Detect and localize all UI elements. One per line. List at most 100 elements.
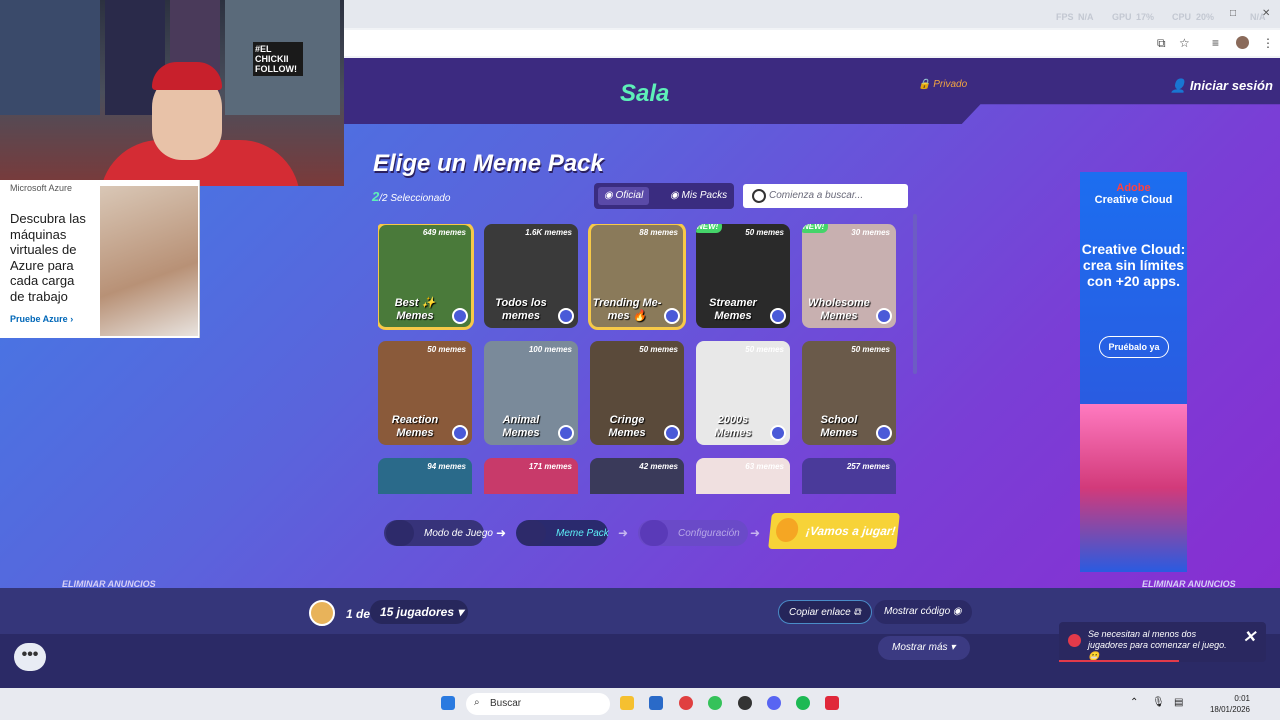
meme-pack-card[interactable]: 50 memes Reaction Memes xyxy=(378,341,472,445)
maximize-icon[interactable]: □ xyxy=(1230,8,1236,19)
arrow-icon: ➜ xyxy=(618,526,629,540)
microphone-icon[interactable]: 🎙 xyxy=(1152,697,1165,708)
pack-name: Trending Me-mes 🔥 xyxy=(592,297,662,322)
step-meme-pack[interactable]: Meme Pack xyxy=(516,520,609,546)
meme-pack-card[interactable]: 88 memes Trending Me-mes 🔥 xyxy=(588,224,686,330)
meme-pack-card[interactable]: 63 memes xyxy=(696,458,790,494)
pack-name: Cringe Memes xyxy=(608,414,646,439)
network-icon[interactable]: ▤ xyxy=(1174,697,1183,708)
app-icon[interactable] xyxy=(825,696,839,710)
show-more-button[interactable]: Mostrar más ▾ xyxy=(878,636,970,660)
azure-brand: Microsoft Azure xyxy=(10,183,73,193)
adobe-brand: Adobe Creative Cloud xyxy=(1080,182,1187,206)
login-button[interactable]: 👤 Iniciar sesión xyxy=(1170,78,1273,94)
taskbar-clock[interactable]: 0:01 18/01/2026 xyxy=(1210,693,1250,715)
meme-pack-card[interactable]: 50 memes Cringe Memes xyxy=(590,341,684,445)
step-game-mode[interactable]: Modo de Juego xyxy=(384,520,493,546)
step-config[interactable]: Configuración xyxy=(638,520,748,546)
pack-toggle-icon[interactable] xyxy=(452,425,468,441)
meme-pack-card[interactable]: 42 memes xyxy=(590,458,684,494)
meme-pack-card[interactable]: 50 memes 2000s Memes xyxy=(696,341,790,445)
azure-ad[interactable]: Microsoft Azure Descubra las máquinas vi… xyxy=(0,180,200,338)
pack-toggle-icon[interactable] xyxy=(876,308,892,324)
adobe-cta-button[interactable]: Pruébalo ya xyxy=(1099,336,1169,358)
taskbar-search[interactable]: ⌕ Buscar xyxy=(466,693,610,715)
install-app-icon[interactable]: ⧉ xyxy=(1157,36,1166,51)
pack-count: 257 memes xyxy=(846,462,890,471)
meme-pack-card[interactable]: 94 memes xyxy=(378,458,472,494)
page-title: Elige un Meme Pack xyxy=(373,150,604,177)
show-code-button[interactable]: Mostrar código ◉ xyxy=(874,600,972,624)
play-button[interactable]: ¡Vamos a jugar! xyxy=(768,513,900,549)
search-icon: ⌕ xyxy=(474,697,480,708)
pack-toggle-icon[interactable] xyxy=(770,308,786,324)
pack-count: 171 memes xyxy=(528,462,572,471)
windows-start-icon[interactable] xyxy=(441,696,455,710)
browser-address-bar[interactable] xyxy=(344,30,1280,56)
pack-toggle-icon[interactable] xyxy=(452,308,468,324)
meme-pack-card[interactable]: 50 memes Streamer Memes NEW! xyxy=(696,224,790,328)
adobe-ad[interactable]: Adobe Creative Cloud Creative Cloud: crea… xyxy=(1080,172,1187,572)
meme-pack-card[interactable]: 649 memes Best ✨ Memes xyxy=(378,224,474,330)
taskbar-search-label: Buscar xyxy=(490,698,522,709)
meme-pack-card[interactable]: 171 memes xyxy=(484,458,578,494)
pack-tabs: ◉ Oficial ◉ Mis Packs xyxy=(594,183,734,209)
close-window-icon[interactable]: ✕ xyxy=(1262,8,1270,19)
store-icon[interactable] xyxy=(649,696,663,710)
browser-menu-icon[interactable]: ⋮ xyxy=(1262,36,1274,50)
grid-scrollbar[interactable] xyxy=(913,214,917,374)
reading-list-icon[interactable]: ≡ xyxy=(1212,36,1219,50)
room-footer: 1 de 15 jugadores ▾ Copiar enlace ⧉ Most… xyxy=(0,588,1280,688)
pack-count: 50 memes xyxy=(745,345,784,354)
whatsapp-icon[interactable] xyxy=(708,696,722,710)
gear-icon xyxy=(640,520,668,546)
pack-count: 649 memes xyxy=(422,228,466,237)
meme-pack-card[interactable]: 1.6K memes Todos los memes xyxy=(484,224,578,328)
tab-mis-packs-label: Mis Packs xyxy=(681,190,728,201)
bookmark-star-icon[interactable]: ☆ xyxy=(1179,36,1190,50)
tab-oficial[interactable]: ◉ Oficial xyxy=(598,187,650,205)
arrow-icon: ➜ xyxy=(496,526,507,540)
pack-toggle-icon[interactable] xyxy=(558,425,574,441)
pack-toggle-icon[interactable] xyxy=(664,425,680,441)
cpu-value: 20% xyxy=(1196,12,1215,22)
pack-count: 42 memes xyxy=(639,462,678,471)
app-icon[interactable] xyxy=(738,696,752,710)
chrome-icon[interactable] xyxy=(679,696,693,710)
tab-mis-packs[interactable]: ◉ Mis Packs xyxy=(664,187,733,205)
pack-count: 1.6K memes xyxy=(525,228,572,237)
chevron-down-icon: ▾ xyxy=(457,605,464,619)
pack-toggle-icon[interactable] xyxy=(558,308,574,324)
room-title: Sala xyxy=(620,80,670,107)
adobe-brand-name: Adobe xyxy=(1116,182,1151,194)
spotify-icon[interactable] xyxy=(796,696,810,710)
azure-photo xyxy=(100,186,198,336)
chevron-up-icon[interactable]: ⌃ xyxy=(1130,697,1138,708)
file-explorer-icon[interactable] xyxy=(620,696,634,710)
search-placeholder: Comienza a buscar... xyxy=(769,190,864,201)
copy-link-button[interactable]: Copiar enlace ⧉ xyxy=(778,600,872,624)
search-icon xyxy=(752,189,766,203)
players-select[interactable]: 15 jugadores ▾ xyxy=(370,600,468,624)
pack-toggle-icon[interactable] xyxy=(876,425,892,441)
profile-avatar-icon[interactable] xyxy=(1236,36,1249,49)
pack-toggle-icon[interactable] xyxy=(664,308,680,324)
meme-pack-card[interactable]: 257 memes xyxy=(802,458,896,494)
chat-button[interactable]: ••• xyxy=(14,643,46,671)
players-count: 1 de xyxy=(346,607,371,621)
close-icon[interactable]: ✕ xyxy=(1243,630,1256,646)
date: 18/01/2026 xyxy=(1209,705,1250,714)
time: 0:01 xyxy=(1234,694,1250,703)
copy-icon: ⧉ xyxy=(853,607,861,618)
meme-pack-card[interactable]: 50 memes School Memes xyxy=(802,341,896,445)
meme-pack-grid: 649 memes Best ✨ Memes 1.6K memes Todos los… xyxy=(378,224,900,494)
meme-pack-card[interactable]: 100 memes Animal Memes xyxy=(484,341,578,445)
pack-toggle-icon[interactable] xyxy=(770,425,786,441)
discord-icon[interactable] xyxy=(767,696,781,710)
privacy-toggle[interactable]: 🔒 Privado xyxy=(918,79,967,90)
pack-name: Best ✨ Memes xyxy=(394,297,436,322)
search-input[interactable]: Comienza a buscar... xyxy=(743,184,908,208)
pack-name: School Memes xyxy=(820,414,858,439)
meme-pack-card[interactable]: 30 memes Wholesome Memes NEW! xyxy=(802,224,896,328)
azure-cta-link[interactable]: Pruebe Azure › xyxy=(10,314,73,324)
